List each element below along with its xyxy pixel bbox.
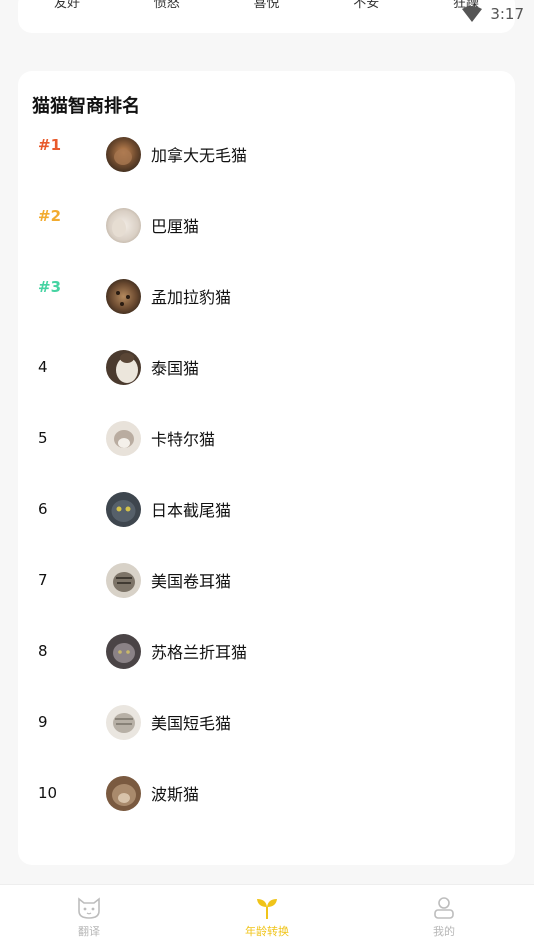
ranking-row-9[interactable]: 9 美国短毛猫	[18, 694, 515, 750]
rank-number: #1	[38, 136, 62, 154]
cat-name: 美国卷耳猫	[151, 572, 232, 591]
ranking-card: 猫猫智商排名 #1 加拿大无毛猫 #2 巴厘猫 #3 孟加拉豹猫 4 泰国猫 5…	[18, 71, 515, 865]
rank-number: 8	[38, 642, 48, 660]
mood-joy[interactable]: 喜悦	[253, 0, 279, 11]
mood-friendly[interactable]: 友好	[54, 0, 80, 11]
rank-number: 10	[38, 784, 58, 802]
mood-card: 友好 愤怒 喜悦 不安 狂躁	[18, 0, 515, 33]
cat-avatar	[106, 207, 141, 243]
status-time: 3:17	[490, 5, 524, 23]
rank-number: #2	[38, 207, 62, 225]
cat-name: 苏格兰折耳猫	[151, 643, 248, 662]
cat-name: 卡特尔猫	[151, 430, 216, 449]
cat-name: 孟加拉豹猫	[151, 288, 232, 307]
ranking-row-4[interactable]: 4 泰国猫	[18, 339, 515, 395]
rank-number: 7	[38, 571, 48, 589]
app-screen: 3:17 友好 愤怒 喜悦 不安 狂躁 猫猫智商排名 #1 加拿大无毛猫 #2	[0, 0, 534, 949]
ranking-row-2[interactable]: #2 巴厘猫	[18, 197, 515, 253]
cat-name: 美国短毛猫	[151, 714, 232, 733]
rank-number: 5	[38, 429, 48, 447]
cat-name: 日本截尾猫	[151, 501, 232, 520]
rank-number: 4	[38, 358, 48, 376]
ranking-row-5[interactable]: 5 卡特尔猫	[18, 410, 515, 466]
cat-name: 波斯猫	[151, 785, 200, 804]
tab-age-convert[interactable]: 年龄转换	[227, 895, 307, 939]
cat-name: 泰国猫	[151, 359, 200, 378]
cat-name: 巴厘猫	[151, 217, 200, 236]
bottom-nav: 翻译 年龄转换 我的	[0, 884, 534, 949]
ranking-row-10[interactable]: 10 波斯猫	[18, 765, 515, 821]
wifi-icon	[462, 6, 483, 22]
rank-number: 9	[38, 713, 48, 731]
mood-angry[interactable]: 愤怒	[154, 0, 180, 11]
cat-avatar	[106, 136, 141, 172]
tab-label: 我的	[433, 925, 455, 938]
status-bar: 3:17	[462, 0, 534, 28]
sprout-icon	[257, 899, 277, 919]
user-icon	[434, 897, 454, 919]
cat-avatar	[106, 633, 141, 669]
cat-avatar	[106, 562, 141, 598]
ranking-row-3[interactable]: #3 孟加拉豹猫	[18, 268, 515, 324]
cat-avatar	[106, 704, 141, 740]
ranking-row-6[interactable]: 6 日本截尾猫	[18, 481, 515, 537]
tab-label: 翻译	[78, 925, 100, 938]
cat-avatar	[106, 775, 141, 811]
cat-avatar	[106, 491, 141, 527]
rank-number: #3	[38, 278, 62, 296]
ranking-title: 猫猫智商排名	[32, 96, 140, 117]
tab-translate[interactable]: 翻译	[49, 895, 129, 939]
cat-name: 加拿大无毛猫	[151, 146, 248, 165]
mood-uneasy[interactable]: 不安	[353, 0, 379, 11]
cat-avatar	[106, 278, 141, 314]
rank-number: 6	[38, 500, 48, 518]
ranking-row-7[interactable]: 7 美国卷耳猫	[18, 552, 515, 608]
tab-label: 年龄转换	[245, 925, 289, 938]
cat-face-icon	[78, 897, 100, 919]
tab-mine[interactable]: 我的	[404, 895, 484, 939]
ranking-row-1[interactable]: #1 加拿大无毛猫	[18, 126, 515, 182]
cat-avatar	[106, 420, 141, 456]
ranking-row-8[interactable]: 8 苏格兰折耳猫	[18, 623, 515, 679]
cat-avatar	[106, 349, 141, 385]
